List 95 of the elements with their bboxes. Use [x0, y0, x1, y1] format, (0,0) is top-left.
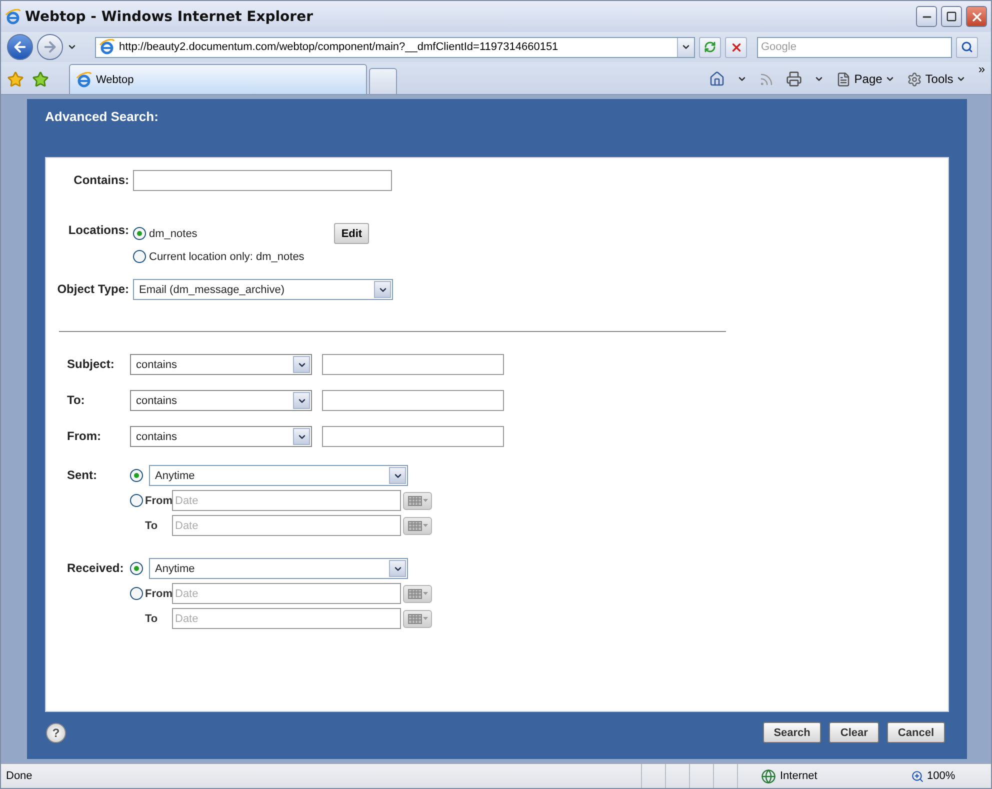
window-title: Webtop - Windows Internet Explorer — [25, 8, 314, 24]
home-icon[interactable] — [709, 71, 726, 87]
panel-title: Advanced Search: — [45, 108, 160, 126]
value-field[interactable] — [322, 390, 504, 411]
feeds-icon[interactable] — [759, 72, 774, 86]
address-field[interactable]: http://beauty2.documentum.com/webtop/component/main?__dmfClientId=1197314660151 — [95, 36, 695, 58]
radio-button[interactable] — [130, 494, 143, 507]
caret-icon — [956, 74, 966, 84]
calendar-button[interactable] — [403, 584, 432, 602]
minimize-button[interactable] — [916, 6, 937, 27]
field-label: To: — [66, 392, 86, 407]
from-label: From — [145, 494, 170, 506]
caret-icon — [422, 499, 428, 502]
action-button[interactable]: Cancel — [886, 722, 945, 743]
edit-button[interactable]: Edit — [334, 223, 370, 244]
option-label: dm_notes — [149, 228, 198, 240]
field-label: Contains: — [72, 172, 130, 187]
back-button[interactable] — [7, 34, 33, 60]
search-icon — [961, 41, 973, 53]
field-label: Object Type: — [56, 281, 130, 296]
radio-button[interactable] — [130, 587, 143, 600]
action-button[interactable]: Clear — [829, 722, 879, 743]
stop-icon — [730, 40, 742, 54]
caret-icon — [681, 42, 691, 52]
operator-select[interactable]: contains — [130, 390, 312, 411]
zone-label: Internet — [780, 770, 818, 782]
caret-icon — [814, 74, 824, 84]
calendar-icon — [408, 520, 422, 530]
calendar-icon — [408, 496, 422, 506]
tools-menu[interactable]: Tools — [907, 72, 966, 86]
date-range-select[interactable]: Anytime — [149, 465, 408, 486]
date-field[interactable]: Date — [172, 608, 401, 629]
calendar-button[interactable] — [403, 516, 432, 534]
contains-field[interactable] — [133, 170, 392, 191]
operator-select[interactable]: contains — [130, 426, 312, 447]
date-field[interactable]: Date — [172, 515, 401, 536]
calendar-button[interactable] — [403, 492, 432, 510]
to-label: To — [145, 520, 159, 532]
ie-logo-icon — [99, 39, 115, 55]
forward-button[interactable] — [37, 34, 63, 60]
zoom-control[interactable]: 100% — [911, 770, 991, 782]
gear-icon — [907, 72, 922, 86]
ie-logo-icon — [5, 8, 21, 24]
field-label: From: — [66, 428, 102, 443]
page-menu[interactable]: Page — [836, 72, 896, 86]
add-favorite-icon[interactable] — [32, 70, 49, 88]
calendar-icon — [408, 614, 422, 624]
caret-icon — [885, 74, 896, 84]
calendar-icon — [408, 588, 422, 598]
refresh-icon — [704, 41, 716, 53]
caret-icon — [67, 42, 77, 52]
operator-select[interactable]: contains — [130, 354, 312, 375]
close-button[interactable] — [966, 6, 987, 27]
search-button[interactable] — [956, 36, 978, 58]
option-label: Current location only: dm_notes — [149, 250, 304, 262]
field-label: Received: — [66, 560, 125, 575]
radio-button[interactable] — [130, 469, 143, 482]
date-field[interactable]: Date — [172, 490, 401, 511]
from-label: From — [145, 588, 170, 600]
field-label: Sent: — [66, 467, 98, 482]
to-label: To — [145, 612, 159, 624]
stop-button[interactable] — [725, 36, 747, 58]
zoom-icon — [911, 770, 924, 782]
date-field[interactable]: Date — [172, 583, 401, 604]
globe-icon — [761, 768, 776, 784]
action-button[interactable]: Search — [762, 722, 822, 743]
browser-tab[interactable]: Webtop — [69, 64, 367, 94]
refresh-button[interactable] — [699, 36, 721, 58]
new-tab-button[interactable] — [369, 68, 397, 94]
page-icon — [836, 72, 852, 86]
field-label: Subject: — [66, 356, 116, 371]
more-chevron[interactable]: » — [978, 62, 985, 76]
help-button[interactable]: ? — [46, 722, 66, 742]
caret-icon — [737, 74, 748, 84]
calendar-button[interactable] — [403, 610, 432, 628]
value-field[interactable] — [322, 426, 504, 447]
date-range-select[interactable]: Anytime — [149, 558, 408, 579]
maximize-icon — [946, 11, 957, 22]
search-field[interactable]: Google — [757, 36, 952, 58]
caret-icon — [422, 524, 428, 527]
forward-arrow-icon — [42, 39, 58, 55]
value-field[interactable] — [322, 354, 504, 375]
radio-button[interactable] — [133, 227, 146, 240]
print-icon[interactable] — [786, 71, 802, 87]
maximize-button[interactable] — [941, 6, 962, 27]
radio-button[interactable] — [133, 250, 146, 263]
object-type-select[interactable]: Email (dm_message_archive) — [133, 279, 393, 300]
caret-icon — [422, 592, 428, 595]
radio-button[interactable] — [130, 562, 143, 575]
favorites-star-icon[interactable] — [7, 70, 24, 88]
status-text: Done — [5, 770, 32, 782]
field-label: Locations: — [67, 222, 130, 237]
close-icon — [970, 10, 984, 24]
caret-icon — [422, 617, 428, 620]
ie-logo-icon — [76, 72, 92, 88]
